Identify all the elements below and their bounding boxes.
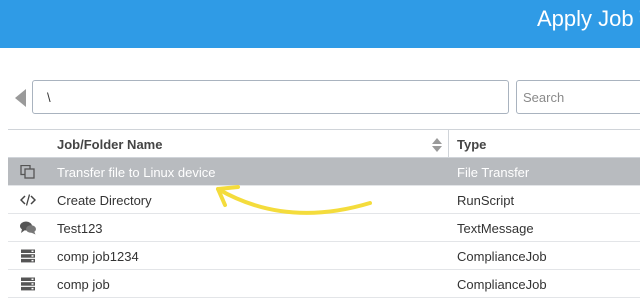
dialog-title: Apply Job T [537, 6, 640, 31]
table-row[interactable]: Create Directory RunScript [8, 186, 640, 214]
server-icon [21, 249, 35, 263]
table-row[interactable]: Test123 TextMessage [8, 214, 640, 242]
job-name: comp job1234 [57, 249, 139, 264]
jobs-table: Job/Folder Name Type Transfer file to Li… [8, 129, 640, 298]
server-icon [21, 277, 35, 291]
sort-icon[interactable] [432, 138, 442, 152]
chat-bubbles-icon [20, 221, 36, 235]
job-name: Create Directory [57, 193, 152, 208]
job-type: TextMessage [457, 221, 534, 236]
code-icon [20, 194, 36, 206]
search-input[interactable] [516, 80, 640, 114]
column-header-type[interactable]: Type [457, 137, 486, 152]
job-name: Transfer file to Linux device [57, 165, 216, 180]
column-header-name[interactable]: Job/Folder Name [57, 137, 162, 152]
table-row[interactable]: Transfer file to Linux device File Trans… [8, 158, 640, 186]
job-type: ComplianceJob [457, 277, 547, 292]
table-row[interactable]: comp job1234 ComplianceJob [8, 242, 640, 270]
job-type: RunScript [457, 193, 515, 208]
app-header: Apply Job T [0, 0, 640, 48]
folder-path-input[interactable] [32, 80, 509, 114]
back-arrow-icon[interactable] [15, 89, 26, 107]
job-type: ComplianceJob [457, 249, 547, 264]
column-divider[interactable] [448, 130, 449, 158]
table-row[interactable]: comp job ComplianceJob [8, 270, 640, 298]
job-name: Test123 [57, 221, 103, 236]
table-header: Job/Folder Name Type [8, 129, 640, 158]
job-name: comp job [57, 277, 110, 292]
copy-icon [20, 165, 35, 179]
job-type: File Transfer [457, 165, 530, 180]
